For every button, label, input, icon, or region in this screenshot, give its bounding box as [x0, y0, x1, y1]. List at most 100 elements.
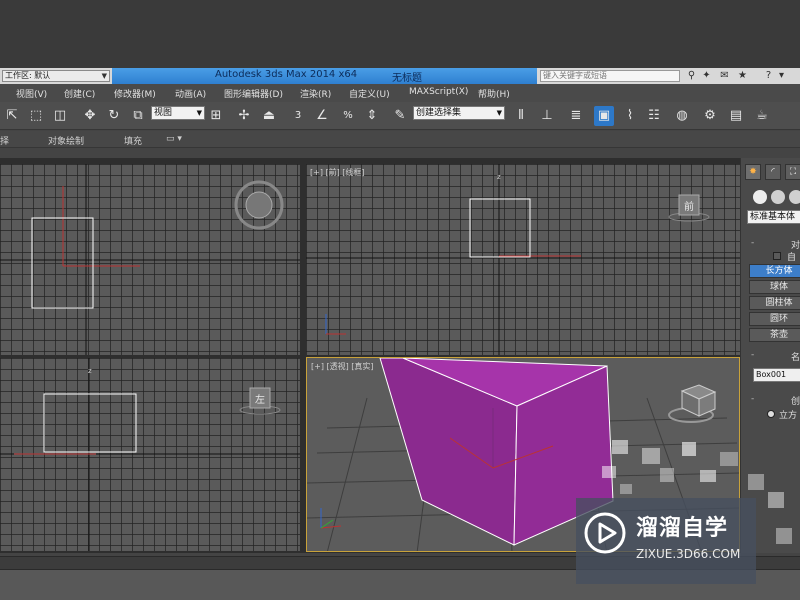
create-tab-icon[interactable]: ✸ — [745, 164, 761, 180]
viewcube-left[interactable]: 左 — [255, 391, 265, 406]
menu-customize[interactable]: 自定义(U) — [349, 87, 390, 100]
cylinder-button[interactable]: 圆柱体 — [749, 296, 800, 310]
favorites-icon[interactable]: ★ — [736, 69, 749, 82]
pick-pivot-icon[interactable]: ⊞ — [206, 106, 226, 126]
chevron-down-icon: ▼ — [101, 72, 107, 80]
watermark-brand: 溜溜自学 — [636, 516, 729, 541]
schematic-view-icon[interactable]: ☷ — [644, 106, 664, 126]
communication-icon[interactable]: ✉ — [718, 69, 731, 82]
binoculars-icon[interactable]: ⚲ — [685, 69, 698, 82]
ribbon-options-icon[interactable]: ▭ ▾ — [166, 134, 182, 144]
percent-snap-icon[interactable]: % — [338, 106, 358, 126]
menu-modifiers[interactable]: 修改器(M) — [114, 87, 156, 100]
object-name-field[interactable]: Box001 — [753, 368, 800, 382]
box-button[interactable]: 长方体 — [749, 264, 800, 278]
spinner-snap-icon[interactable]: ⇕ — [362, 106, 382, 126]
play-logo-icon — [584, 512, 626, 554]
object-type-rollout[interactable]: - 对 — [747, 238, 800, 251]
chevron-down-icon: ▼ — [496, 109, 502, 117]
move-icon[interactable]: ✥ — [80, 106, 100, 126]
select-region-icon[interactable]: ⬚ — [26, 106, 46, 126]
primitive-type-select[interactable]: 标准基本体 — [747, 210, 800, 224]
app-title: Autodesk 3ds Max 2014 x64 — [215, 69, 358, 80]
selection-set-value: 创建选择集 — [416, 108, 462, 118]
creation-method-rollout[interactable]: - 创 — [747, 394, 800, 407]
name-color-rollout[interactable]: - 名 — [747, 350, 800, 363]
render-setup-icon[interactable]: ⚙ — [700, 106, 720, 126]
layer-manager-icon[interactable]: ≣ — [566, 106, 586, 126]
cube-radio[interactable] — [767, 410, 775, 418]
name-header: 名 — [791, 353, 800, 363]
curve-editor-icon[interactable]: ⌇ — [620, 106, 640, 126]
lights-icon[interactable] — [789, 190, 800, 204]
select-object-icon[interactable]: ⇱ — [2, 106, 22, 126]
geometry-icon[interactable] — [753, 190, 767, 204]
scale-icon[interactable]: ⧉ — [128, 106, 148, 126]
window-cross-icon[interactable]: ◫ — [50, 106, 70, 126]
cube-radio-label: 立方 — [779, 411, 798, 421]
top-band — [0, 0, 800, 68]
autogrid-checkbox[interactable] — [773, 252, 781, 260]
autogrid-label: 自 — [787, 253, 797, 263]
viewport-left[interactable]: z 左 — [0, 358, 300, 551]
sphere-button[interactable]: 球体 — [749, 280, 800, 294]
max-window: 工作区: 默认 ▼ Autodesk 3ds Max 2014 x64 无标题 … — [0, 0, 800, 600]
workspace-select[interactable]: 工作区: 默认 ▼ — [2, 70, 110, 82]
viewcube-front[interactable]: 前 — [684, 198, 694, 213]
reference-coord-select[interactable]: 视图 ▼ — [151, 106, 205, 120]
menu-rendering[interactable]: 渲染(R) — [300, 87, 331, 100]
rollout-toggle-icon: - — [751, 394, 755, 404]
keyboard-shortcut-icon[interactable]: ⏏ — [259, 106, 279, 126]
scene-explorer-icon[interactable]: ▣ — [594, 106, 614, 126]
left-axis-label: z — [88, 367, 92, 375]
menu-view[interactable]: 视图(V) — [16, 87, 47, 100]
viewport-left-graphics — [0, 358, 300, 551]
search-input[interactable]: 键入关键字或短语 — [540, 70, 680, 82]
front-axis-label: z — [497, 173, 501, 181]
menu-create[interactable]: 创建(C) — [64, 87, 95, 100]
mirror-icon[interactable]: ⫴ — [511, 106, 531, 126]
menu-maxscript[interactable]: MAXScript(X) — [409, 87, 468, 97]
material-editor-icon[interactable]: ◍ — [672, 106, 692, 126]
ribbon-object-paint[interactable]: 对象绘制 — [48, 134, 84, 147]
main-toolbar: ⇱ ⬚ ◫ ✥ ↻ ⧉ ⊞ ✢ ⏏ 3 ∠ % ⇕ ✎ ⫴ ⊥ ≣ ▣ ⌇ ☷ … — [0, 102, 800, 130]
menu-graph-editors[interactable]: 图形编辑器(D) — [224, 87, 283, 100]
hierarchy-tab-icon[interactable]: ⛶ — [785, 164, 800, 180]
edit-named-selection-icon[interactable]: ✎ — [390, 106, 410, 126]
ribbon-bar: 择 对象绘制 填充 ▭ ▾ — [0, 131, 800, 148]
ribbon-selection[interactable]: 择 — [0, 134, 9, 147]
snap-toggle-icon[interactable]: 3 — [288, 106, 308, 126]
viewport-front[interactable]: [+] [前] [线框] z 前 — [306, 164, 740, 355]
angle-snap-icon[interactable]: ∠ — [312, 106, 332, 126]
ribbon-populate[interactable]: 填充 — [124, 134, 142, 147]
document-title: 无标题 — [392, 73, 422, 84]
named-selection-set[interactable]: 创建选择集 ▼ — [413, 106, 505, 120]
menu-bar: 视图(V) 创建(C) 修改器(M) 动画(A) 图形编辑器(D) 渲染(R) … — [0, 84, 800, 102]
reference-coord-value: 视图 — [154, 108, 173, 118]
teapot-button[interactable]: 茶壶 — [749, 328, 800, 342]
rotate-icon[interactable]: ↻ — [104, 106, 124, 126]
shapes-icon[interactable] — [771, 190, 785, 204]
render-icon[interactable]: ☕ — [752, 106, 772, 126]
help-dropdown-icon[interactable]: ▾ — [775, 69, 788, 82]
creation-header: 创 — [791, 397, 800, 407]
menu-help[interactable]: 帮助(H) — [478, 87, 510, 100]
select-manipulate-icon[interactable]: ✢ — [234, 106, 254, 126]
viewport-perspective-label[interactable]: [+] [透视] [真实] — [311, 361, 374, 372]
menu-animation[interactable]: 动画(A) — [175, 87, 206, 100]
rollout-toggle-icon: - — [751, 238, 755, 248]
help-icon[interactable]: ? — [762, 69, 775, 82]
rollout-toggle-icon: - — [751, 350, 755, 360]
viewport-top[interactable] — [0, 164, 300, 355]
rendered-frame-icon[interactable]: ▤ — [726, 106, 746, 126]
percent-snap-label: % — [343, 110, 353, 121]
subscription-icon[interactable]: ✦ — [700, 69, 713, 82]
watermark-badge: 溜溜自学 ZIXUE.3D66.COM — [576, 498, 756, 584]
snap-toggle-label: 3 — [294, 110, 302, 121]
title-bar: 工作区: 默认 ▼ Autodesk 3ds Max 2014 x64 无标题 … — [0, 68, 800, 84]
watermark-url: ZIXUE.3D66.COM — [636, 547, 741, 561]
align-icon[interactable]: ⊥ — [537, 106, 557, 126]
viewport-top-graphics — [0, 164, 300, 355]
modify-tab-icon[interactable]: ◜ — [765, 164, 781, 180]
torus-button[interactable]: 圆环 — [749, 312, 800, 326]
